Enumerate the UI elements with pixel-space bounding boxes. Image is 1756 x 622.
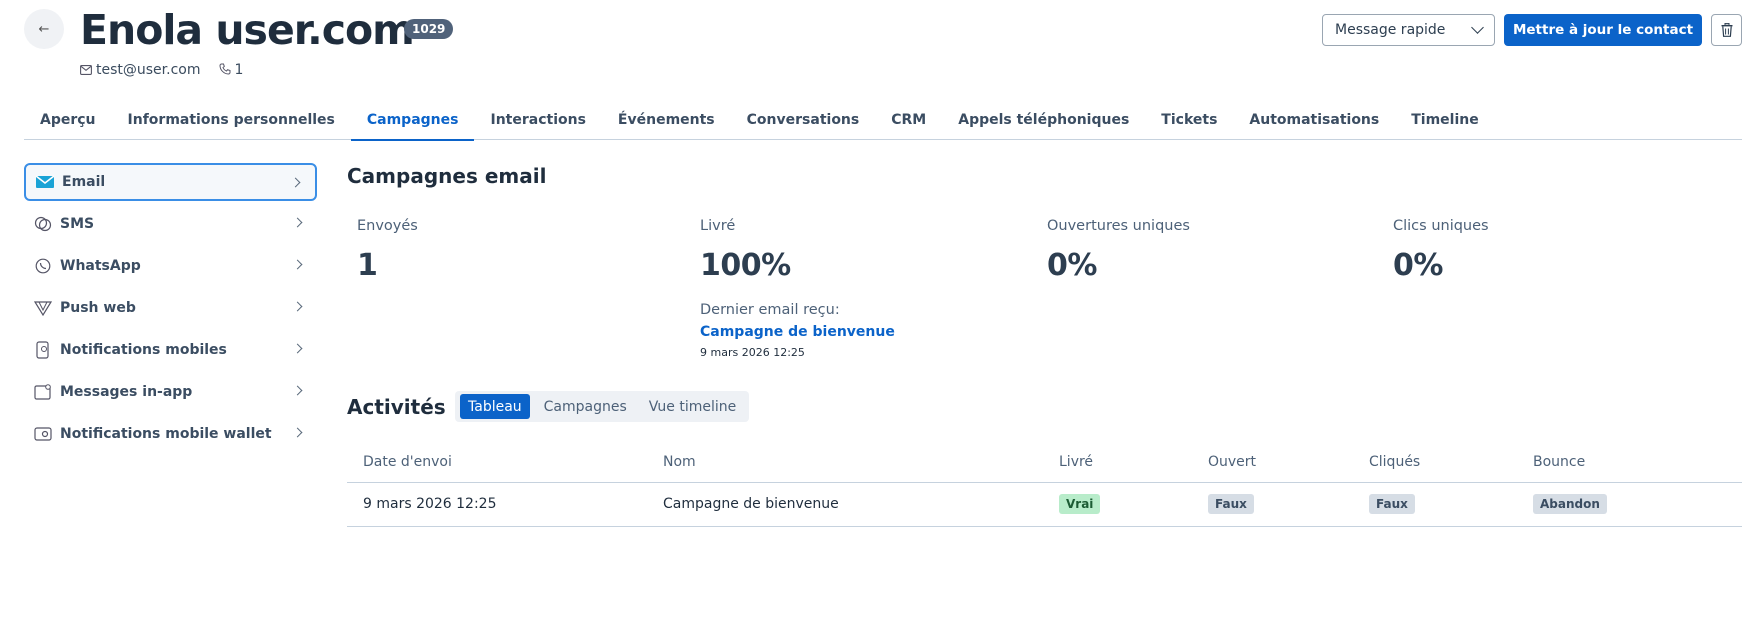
- column-header[interactable]: Cliqués: [1353, 442, 1517, 483]
- contact-id-badge: 1029: [404, 19, 454, 39]
- sidebar-item-whatsapp[interactable]: WhatsApp: [24, 247, 317, 285]
- tab-conversations[interactable]: Conversations: [731, 100, 876, 140]
- last-email-label: Dernier email reçu:: [700, 302, 840, 318]
- tab-crm[interactable]: CRM: [875, 100, 942, 140]
- stat-value: 0%: [1047, 248, 1097, 283]
- status-badge: Faux: [1208, 494, 1254, 514]
- contact-email[interactable]: test@user.com: [80, 62, 201, 78]
- activities-table: Date d'envoi Nom Livré Ouvert Cliqués Bo…: [347, 442, 1742, 527]
- stat-value: 0%: [1393, 248, 1443, 283]
- chevron-right-icon: [292, 217, 303, 228]
- sidebar-item-sms[interactable]: SMS: [24, 205, 317, 243]
- view-toggle: Tableau Campagnes Vue timeline: [455, 391, 750, 422]
- sidebar-item-push-web[interactable]: Push web: [24, 289, 317, 327]
- last-email-date: 9 mars 2026 12:25: [700, 346, 805, 359]
- stat-unique-opens: Ouvertures uniques 0%: [1047, 218, 1377, 283]
- contact-phone[interactable]: 1: [218, 62, 243, 78]
- chevron-right-icon: [292, 427, 303, 438]
- section-title: Campagnes email: [347, 164, 547, 188]
- contact-info: test@user.com 1: [80, 62, 243, 78]
- quick-message-dropdown[interactable]: Message rapide: [1322, 14, 1495, 46]
- push-web-icon: [34, 299, 52, 317]
- envelope-icon: [80, 65, 92, 75]
- tab-appels-telephoniques[interactable]: Appels téléphoniques: [942, 100, 1145, 140]
- mail-icon: [36, 173, 54, 191]
- stat-value: 1: [357, 248, 378, 283]
- in-app-message-icon: [34, 383, 52, 401]
- page-title: Enola user.com: [80, 6, 415, 54]
- stat-label: Ouvertures uniques: [1047, 218, 1190, 234]
- chevron-down-icon: [1471, 21, 1484, 34]
- contact-tabs: Aperçu Informations personnelles Campagn…: [24, 100, 1742, 141]
- chevron-right-icon: [292, 343, 303, 354]
- status-badge: Abandon: [1533, 494, 1607, 514]
- status-badge: Faux: [1369, 494, 1415, 514]
- stat-label: Envoyés: [357, 218, 418, 234]
- tab-tickets[interactable]: Tickets: [1145, 100, 1233, 140]
- tab-campagnes[interactable]: Campagnes: [350, 100, 475, 141]
- table-row[interactable]: 9 mars 2026 12:25 Campagne de bienvenue …: [347, 482, 1742, 527]
- tab-apercu[interactable]: Aperçu: [24, 100, 112, 140]
- chevron-right-icon: [292, 301, 303, 312]
- column-header[interactable]: Ouvert: [1192, 442, 1353, 483]
- arrow-left-icon: ←: [38, 21, 50, 37]
- channel-sidebar: Email SMS WhatsApp Push web Notification…: [24, 163, 317, 457]
- column-header[interactable]: Livré: [1043, 442, 1192, 483]
- stat-delivered: Livré 100%: [700, 218, 1030, 283]
- stat-value: 100%: [700, 248, 791, 283]
- mobile-notification-icon: [34, 341, 52, 359]
- column-header[interactable]: Nom: [647, 442, 1043, 483]
- sidebar-item-notifications-mobile-wallet[interactable]: Notifications mobile wallet: [24, 415, 317, 453]
- sms-icon: [34, 215, 52, 233]
- wallet-icon: [34, 425, 52, 443]
- stat-label: Clics uniques: [1393, 218, 1489, 234]
- update-contact-button[interactable]: Mettre à jour le contact: [1504, 14, 1702, 46]
- chevron-right-icon: [292, 259, 303, 270]
- delete-button[interactable]: [1711, 14, 1742, 46]
- tab-timeline[interactable]: Timeline: [1395, 100, 1495, 140]
- tab-evenements[interactable]: Événements: [602, 100, 731, 140]
- activities-title: Activités: [347, 395, 446, 419]
- stat-sent: Envoyés 1: [357, 218, 687, 283]
- last-email-received: Dernier email reçu: Campagne de bienvenu…: [700, 302, 895, 359]
- sidebar-item-messages-in-app[interactable]: Messages in-app: [24, 373, 317, 411]
- column-header[interactable]: Date d'envoi: [347, 442, 647, 483]
- last-email-campaign-link[interactable]: Campagne de bienvenue: [700, 324, 895, 340]
- table-header-row: Date d'envoi Nom Livré Ouvert Cliqués Bo…: [347, 442, 1742, 483]
- view-toggle-campaigns[interactable]: Campagnes: [536, 394, 635, 419]
- sidebar-item-email[interactable]: Email: [24, 163, 317, 201]
- cell-name: Campagne de bienvenue: [647, 482, 1043, 527]
- tab-interactions[interactable]: Interactions: [474, 100, 601, 140]
- phone-icon: [218, 63, 230, 75]
- trash-icon: [1721, 23, 1732, 37]
- tab-informations-personnelles[interactable]: Informations personnelles: [112, 100, 351, 140]
- sidebar-item-notifications-mobiles[interactable]: Notifications mobiles: [24, 331, 317, 369]
- cell-opened: Faux: [1192, 482, 1353, 527]
- chevron-right-icon: [292, 385, 303, 396]
- cell-date: 9 mars 2026 12:25: [347, 482, 647, 527]
- view-toggle-timeline[interactable]: Vue timeline: [641, 394, 744, 419]
- stat-label: Livré: [700, 218, 736, 234]
- chevron-right-icon: [290, 177, 301, 188]
- status-badge: Vrai: [1059, 494, 1101, 514]
- tab-automatisations[interactable]: Automatisations: [1233, 100, 1395, 140]
- cell-delivered: Vrai: [1043, 482, 1192, 527]
- whatsapp-icon: [34, 257, 52, 275]
- column-header[interactable]: Bounce: [1517, 442, 1742, 483]
- cell-clicked: Faux: [1353, 482, 1517, 527]
- view-toggle-table[interactable]: Tableau: [460, 394, 530, 419]
- cell-bounce: Abandon: [1517, 482, 1742, 527]
- back-button[interactable]: ←: [24, 9, 64, 49]
- stat-unique-clicks: Clics uniques 0%: [1393, 218, 1723, 283]
